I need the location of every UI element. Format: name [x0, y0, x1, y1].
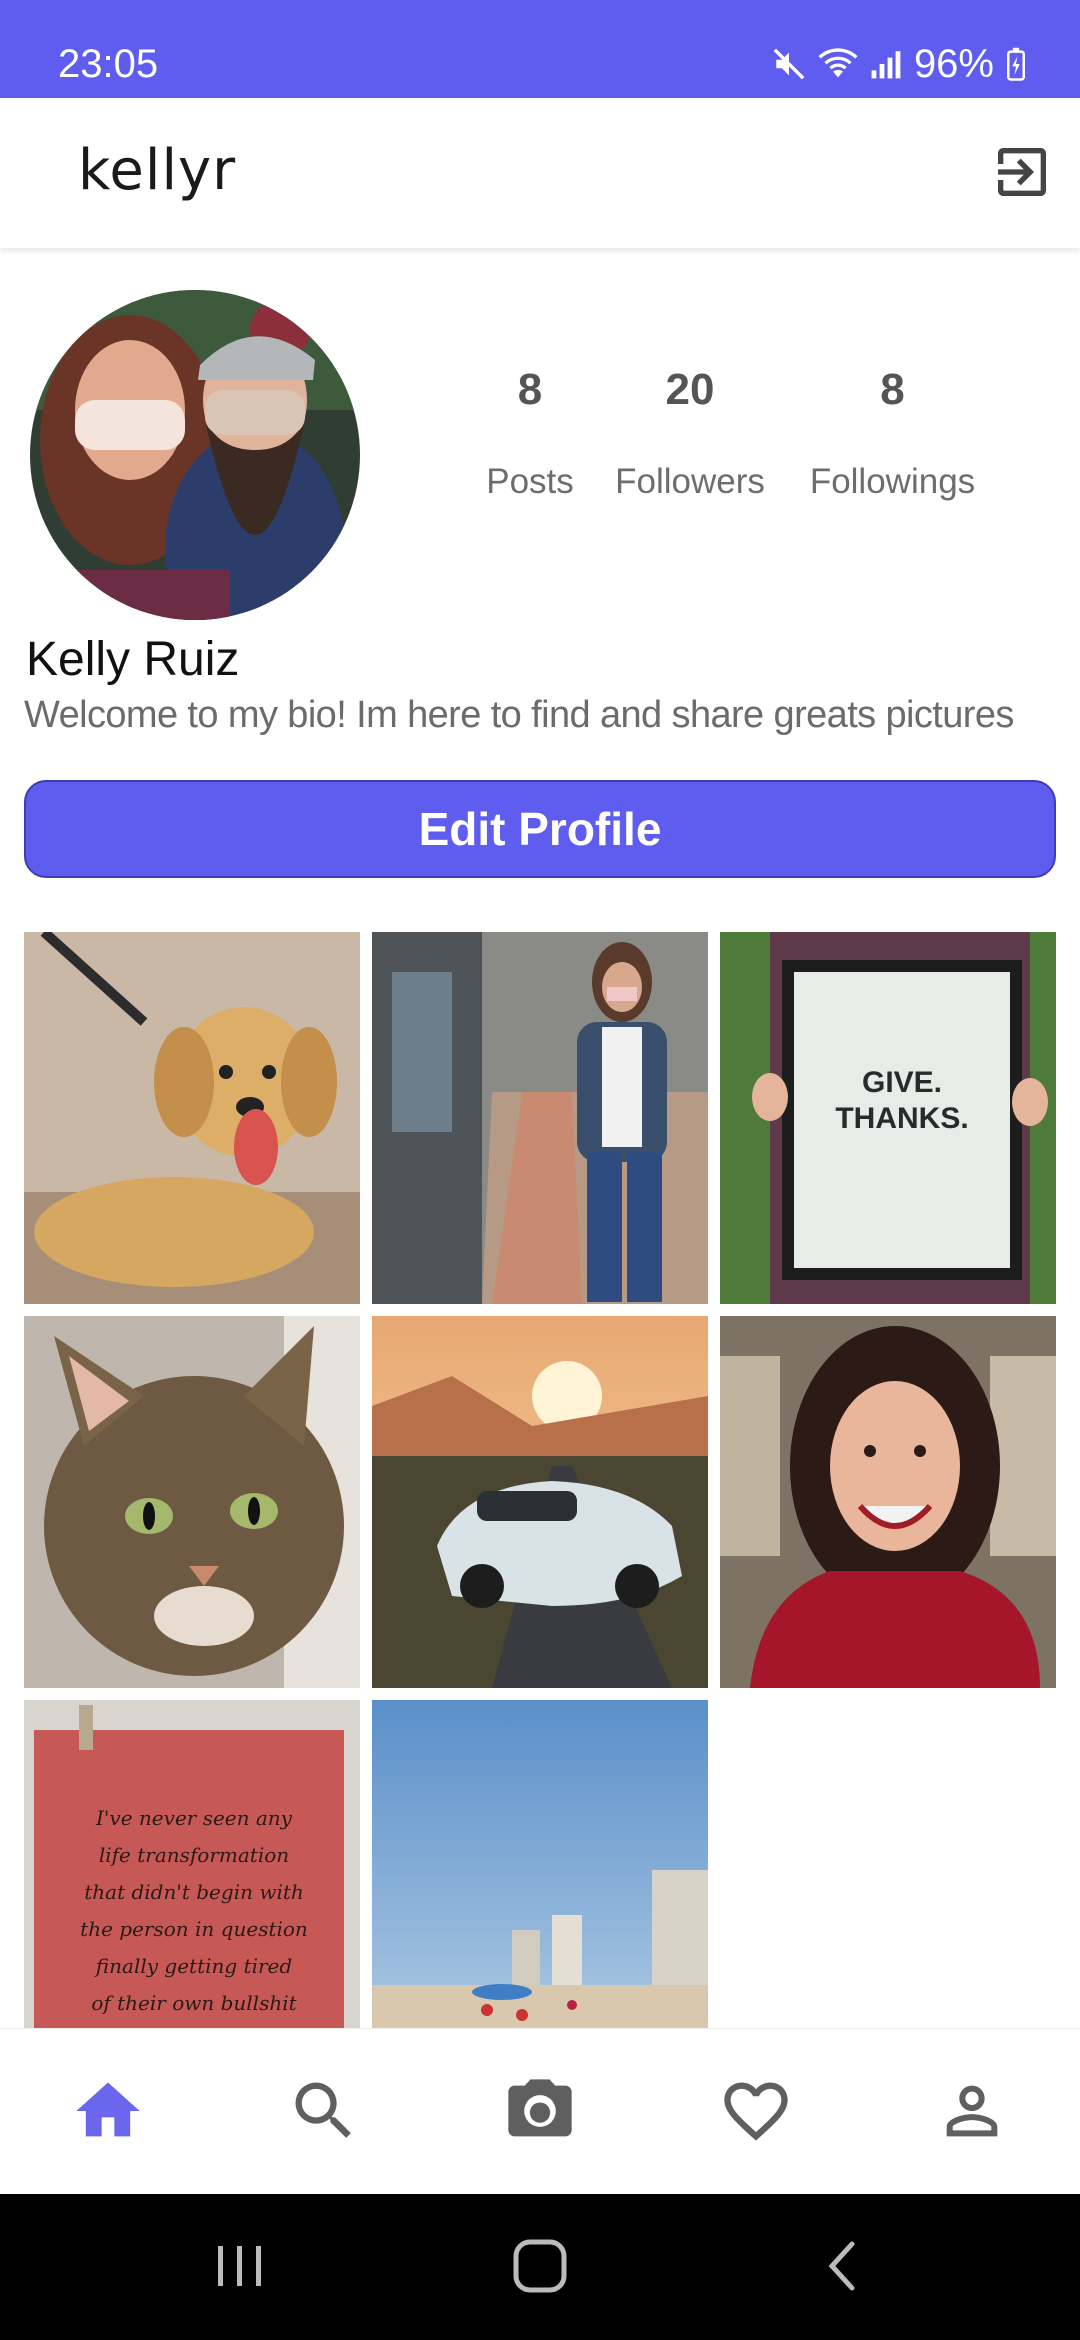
nav-search[interactable] [286, 2073, 362, 2149]
edit-profile-button[interactable]: Edit Profile [24, 780, 1056, 878]
posts-label: Posts [486, 462, 574, 501]
post-thumbnail[interactable] [24, 932, 360, 1304]
app-bar: kellyr [0, 98, 1080, 248]
mute-icon [772, 47, 806, 81]
status-bar: 23:05 96% [0, 0, 1080, 98]
profile-icon [946, 2085, 998, 2137]
smiling-woman-photo [720, 1316, 1056, 1688]
quote-line-2: life transformation [99, 1843, 289, 1867]
signal-icon [870, 47, 902, 81]
sign-text-line-1: GIVE. [862, 1066, 942, 1099]
bottom-nav [0, 2028, 1080, 2195]
logout-button[interactable] [990, 140, 1054, 204]
quote-line-6: of their own bullshit [91, 1991, 297, 2015]
puppy-photo [24, 932, 360, 1304]
quote-towel-photo: I've never seen any life transformation … [24, 1700, 360, 2028]
home-icon [76, 2082, 140, 2137]
post-thumbnail[interactable] [372, 1316, 708, 1688]
car-photo [372, 1316, 708, 1688]
followings-stat[interactable]: 8 Followings [795, 360, 990, 512]
posts-count: 8 [517, 365, 543, 414]
followings-label: Followings [809, 462, 976, 501]
post-thumbnail[interactable] [720, 1316, 1056, 1688]
post-thumbnail[interactable] [372, 1700, 708, 2028]
beach-photo [372, 1700, 708, 2028]
quote-line-1: I've never seen any [95, 1806, 293, 1830]
cat-photo [24, 1316, 360, 1688]
back-icon [828, 2241, 855, 2291]
profile-bio: Welcome to my bio! Im here to find and s… [24, 694, 1014, 736]
battery-charging-icon [1006, 47, 1026, 81]
camera-icon [508, 2079, 572, 2137]
post-thumbnail[interactable]: I've never seen any life transformation … [24, 1700, 360, 2028]
nav-camera[interactable] [502, 2073, 578, 2149]
followers-stat[interactable]: 20 Followers [600, 360, 780, 512]
posts-stat: 8 Posts [470, 360, 590, 512]
recents-icon [218, 2246, 261, 2286]
recents-button[interactable] [210, 2234, 270, 2303]
app-title: kellyr [78, 138, 237, 203]
post-thumbnail[interactable] [24, 1316, 360, 1688]
quote-line-4: the person in question [80, 1917, 308, 1941]
profile-name: Kelly Ruiz [26, 633, 240, 686]
sign-text-line-2: THANKS. [835, 1102, 968, 1135]
home-button[interactable] [508, 2234, 572, 2303]
avatar [30, 290, 360, 620]
nav-profile[interactable] [934, 2073, 1010, 2149]
status-icons: 96% [772, 38, 1026, 90]
battery-percent: 96% [913, 41, 994, 86]
runner-photo [372, 932, 708, 1304]
quote-line-3: that didn't begin with [84, 1880, 304, 1904]
followings-count: 8 [880, 365, 905, 414]
heart-icon [724, 2082, 788, 2141]
followers-count: 20 [665, 365, 715, 414]
home-button-icon [513, 2239, 567, 2293]
posts-grid: GIVE. THANKS. I've never seen any life t… [24, 932, 1056, 2028]
post-thumbnail[interactable] [372, 932, 708, 1304]
nav-favorites[interactable] [718, 2073, 794, 2149]
quote-line-5: finally getting tired [94, 1954, 292, 1978]
logout-icon [998, 148, 1046, 196]
wifi-icon [818, 47, 858, 81]
nav-home[interactable] [70, 2073, 146, 2149]
system-nav-bar [0, 2194, 1080, 2340]
give-thanks-photo: GIVE. THANKS. [720, 932, 1056, 1304]
post-thumbnail[interactable]: GIVE. THANKS. [720, 932, 1056, 1304]
followers-label: Followers [615, 462, 765, 501]
status-time: 23:05 [58, 42, 159, 86]
back-button[interactable] [818, 2234, 868, 2303]
search-icon [295, 2082, 351, 2138]
